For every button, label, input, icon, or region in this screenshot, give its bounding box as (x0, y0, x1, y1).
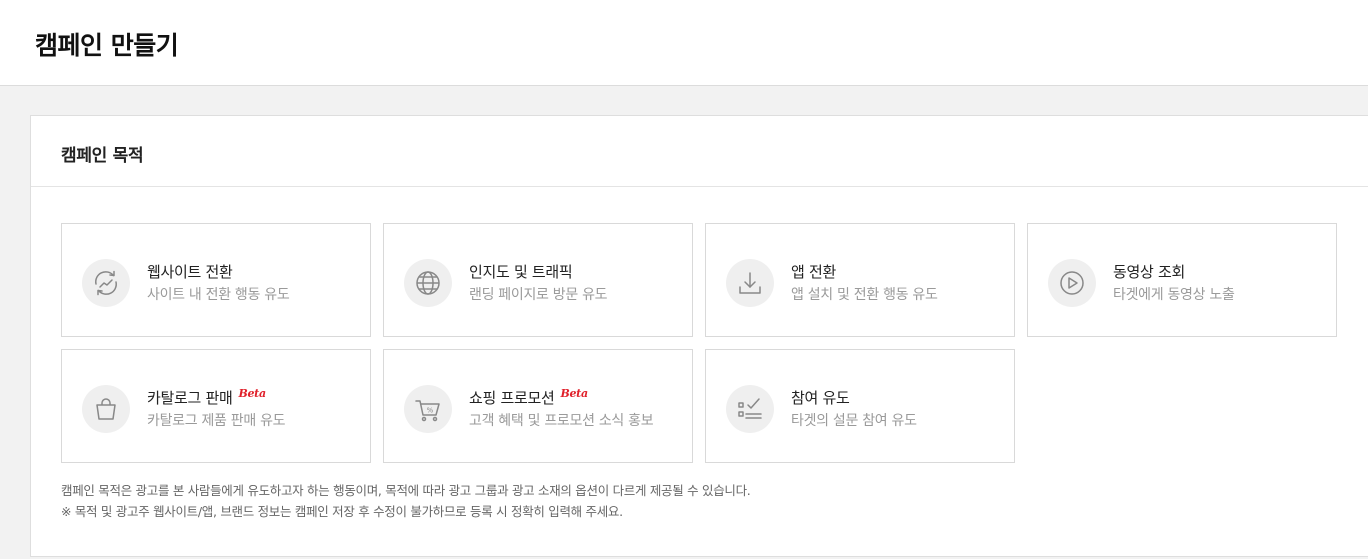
card-description: 타겟에게 동영상 노출 (1113, 287, 1235, 303)
campaign-objective-panel: 캠페인 목적 웹사이트 전환 사이트 내 전환 행동 유도 인지도 및 트래픽 … (30, 115, 1368, 557)
play-circle-icon (1048, 259, 1096, 307)
objective-notes: 캠페인 목적은 광고를 본 사람들에게 유도하고자 하는 행동이며, 목적에 따… (61, 480, 751, 522)
card-description: 고객 혜택 및 프로모션 소식 홍보 (469, 413, 654, 429)
shopping-bag-icon (82, 385, 130, 433)
download-icon (726, 259, 774, 307)
card-title: 쇼핑 프로모션 Beta (469, 387, 588, 408)
refresh-arrows-icon (82, 259, 130, 307)
objective-card-website-conversion[interactable]: 웹사이트 전환 사이트 내 전환 행동 유도 (61, 223, 371, 337)
objective-card-video-view[interactable]: 동영상 조회 타겟에게 동영상 노출 (1027, 223, 1337, 337)
objective-card-engagement[interactable]: 참여 유도 타겟의 설문 참여 유도 (705, 349, 1015, 463)
note-line: ※ 목적 및 광고주 웹사이트/앱, 브랜드 정보는 캠페인 저장 후 수정이 … (61, 504, 623, 519)
card-title-text: 카탈로그 판매 (147, 389, 233, 407)
note-line: 캠페인 목적은 광고를 본 사람들에게 유도하고자 하는 행동이며, 목적에 따… (61, 483, 751, 498)
objective-card-shopping-promotion[interactable]: % 쇼핑 프로모션 Beta 고객 혜택 및 프로모션 소식 홍보 (383, 349, 693, 463)
beta-badge: Beta (238, 387, 266, 400)
discount-cart-icon: % (404, 385, 452, 433)
card-description: 랜딩 페이지로 방문 유도 (469, 287, 608, 303)
card-title: 동영상 조회 (1113, 263, 1185, 281)
card-description: 카탈로그 제품 판매 유도 (147, 413, 286, 429)
page-header: 캠페인 만들기 (0, 0, 1368, 86)
objective-card-app-conversion[interactable]: 앱 전환 앱 설치 및 전환 행동 유도 (705, 223, 1015, 337)
svg-text:%: % (427, 407, 434, 415)
globe-icon (404, 259, 452, 307)
card-title: 인지도 및 트래픽 (469, 263, 573, 281)
objective-card-awareness-traffic[interactable]: 인지도 및 트래픽 랜딩 페이지로 방문 유도 (383, 223, 693, 337)
card-title: 참여 유도 (791, 389, 850, 407)
beta-badge: Beta (560, 387, 588, 400)
card-description: 타겟의 설문 참여 유도 (791, 413, 917, 429)
checklist-icon (726, 385, 774, 433)
objective-card-catalog-sales[interactable]: 카탈로그 판매 Beta 카탈로그 제품 판매 유도 (61, 349, 371, 463)
card-description: 사이트 내 전환 행동 유도 (147, 287, 290, 303)
card-description: 앱 설치 및 전환 행동 유도 (791, 287, 938, 303)
card-title: 앱 전환 (791, 263, 836, 281)
card-title: 카탈로그 판매 Beta (147, 387, 266, 408)
panel-header: 캠페인 목적 (31, 116, 1368, 187)
card-title-text: 쇼핑 프로모션 (469, 389, 555, 407)
panel-title: 캠페인 목적 (61, 146, 144, 166)
card-title: 웹사이트 전환 (147, 263, 233, 281)
page-title: 캠페인 만들기 (35, 31, 179, 60)
